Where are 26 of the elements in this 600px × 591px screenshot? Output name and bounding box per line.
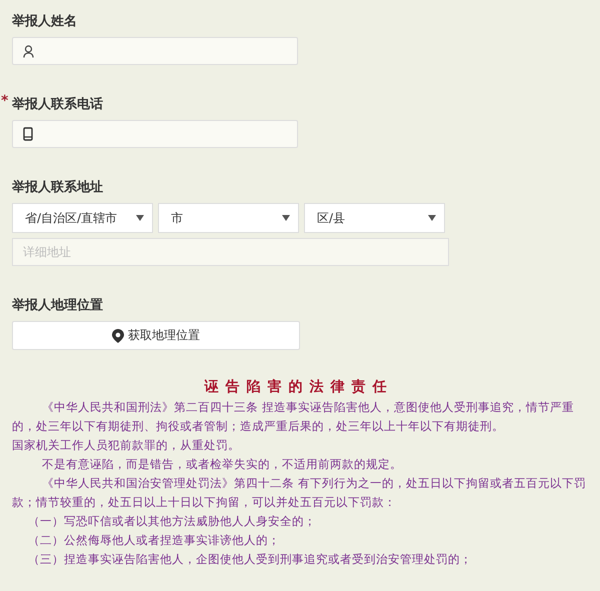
- dropdown[interactable]: 市: [158, 203, 299, 233]
- legal-paragraph: （一）写恐吓信或者以其他方法威胁他人人身安全的；: [27, 513, 318, 530]
- legal-paragraph: 国家机关工作人员犯前款罪的，从重处罚。: [12, 437, 241, 454]
- get-location-button[interactable]: 获取地理位置: [12, 321, 300, 350]
- required-mark: *: [1, 93, 8, 109]
- caret-icon: [428, 215, 436, 221]
- input-field[interactable]: [12, 37, 298, 65]
- field-label: 举报人地理位置: [12, 298, 103, 313]
- address-field[interactable]: 详细地址: [12, 238, 449, 266]
- legal-paragraph: 不是有意诬陷，而是错告，或者检举失实的，不适用前两款的规定。: [41, 456, 404, 473]
- field-label: 举报人姓名: [12, 14, 77, 29]
- legal-paragraph: （三）捏造事实诬告陷害他人，企图使他人受到刑事追究或者受到治安管理处罚的；: [27, 551, 474, 568]
- field-label: 举报人联系电话: [12, 97, 103, 112]
- notice-title: 诬告陷害的法律责任: [203, 378, 394, 396]
- field-label: 举报人联系地址: [12, 180, 103, 195]
- phone-icon: [23, 127, 33, 141]
- legal-paragraph: （二）公然侮辱他人或者捏造事实诽谤他人的；: [27, 532, 282, 549]
- caret-icon: [136, 215, 144, 221]
- person-icon: [23, 44, 34, 58]
- caret-icon: [282, 215, 290, 221]
- dropdown[interactable]: 省/自治区/直辖市: [12, 203, 153, 233]
- location-pin-icon: [112, 328, 124, 342]
- dropdown[interactable]: 区/县: [304, 203, 445, 233]
- legal-paragraph: 《中华人民共和国刑法》第二百四十三条 捏造事实诬告陷害他人，意图使他人受刑事追究，情节严重的，处三年以下有期徒刑、拘役或者管制；造成严重后果的，处三年以上十年以下有期徒刑。: [12, 399, 575, 435]
- input-field[interactable]: [12, 120, 298, 148]
- legal-paragraph: 《中华人民共和国治安管理处罚法》第四十二条 有下列行为之一的，处五日以下拘留或者五百元以下罚款；情节较重的，处五日以上十日以下拘留，可以并处五百元以下罚款：: [12, 475, 586, 511]
